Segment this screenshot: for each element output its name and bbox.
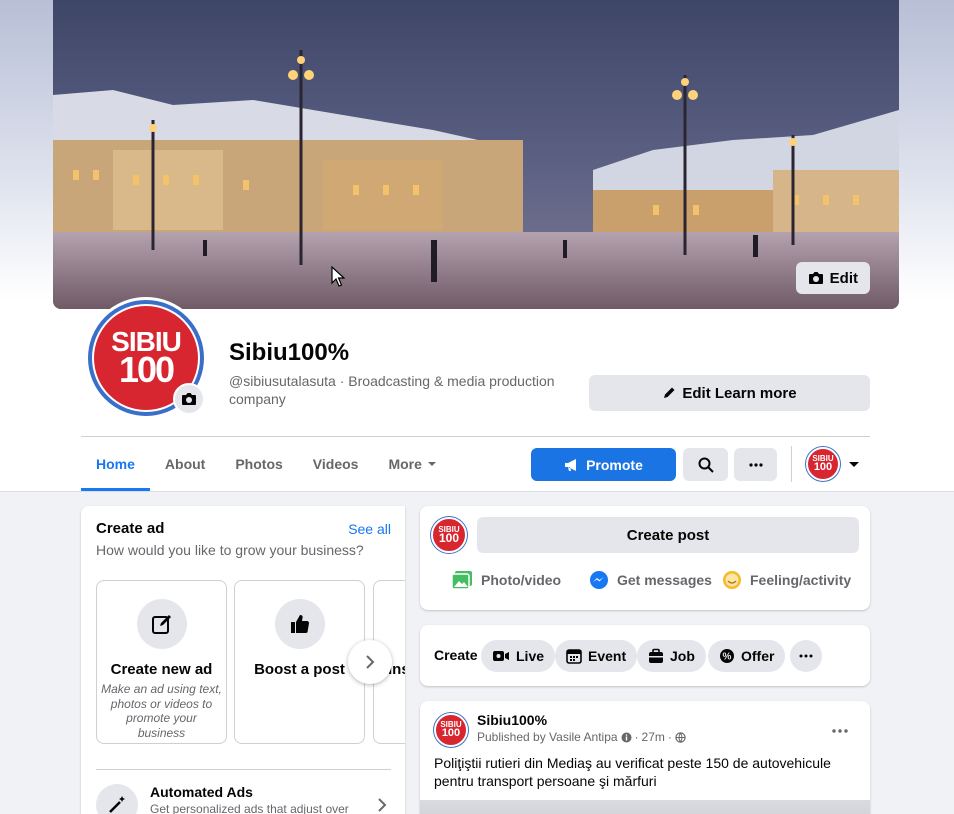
feeling-activity-button[interactable]: Feeling/activity	[722, 570, 851, 590]
create-ad-title: Create ad	[96, 520, 165, 537]
published-by: Published by Vasile Antipa	[477, 730, 618, 744]
svg-text:%: %	[723, 652, 732, 663]
cover-photo-image	[53, 0, 899, 309]
post-options-button[interactable]	[832, 717, 848, 738]
live-video-icon	[493, 651, 509, 661]
account-switcher[interactable]: SIBIU 100	[806, 447, 860, 481]
create-label: Create	[434, 647, 478, 663]
get-messages-button[interactable]: Get messages	[589, 570, 712, 590]
search-icon	[698, 457, 714, 473]
messenger-icon	[590, 571, 608, 589]
caret-down-icon	[427, 462, 436, 466]
create-options-card: Create Live Event Job % Offer	[420, 625, 870, 686]
camera-icon	[182, 393, 196, 405]
automated-ads-title[interactable]: Automated Ads	[150, 784, 253, 800]
profile-picture[interactable]: SIBIU 100	[85, 297, 207, 419]
cover-photo[interactable]: Edit	[53, 0, 899, 309]
page-username: @sibiusutalasuta	[229, 373, 336, 389]
tab-videos[interactable]: Videos	[298, 437, 374, 491]
see-all-link[interactable]: See all	[348, 521, 391, 537]
promote-button[interactable]: Promote	[531, 448, 676, 481]
tab-more[interactable]: More	[373, 437, 452, 491]
carousel-next-button[interactable]	[348, 640, 392, 684]
thumbs-up-icon	[290, 615, 309, 633]
post-author-avatar[interactable]: SIBIU 100	[434, 713, 468, 747]
tab-photos[interactable]: Photos	[220, 437, 297, 491]
smiley-icon	[723, 571, 741, 589]
automated-ads-icon	[96, 784, 138, 814]
create-ad-card: Create ad See all How would you like to …	[81, 506, 405, 814]
globe-icon	[675, 731, 686, 743]
post-time[interactable]: 27m	[642, 730, 665, 744]
create-ad-subtitle: How would you like to grow your business…	[96, 542, 364, 558]
post-image[interactable]	[420, 800, 870, 814]
boost-post-tile[interactable]: Boost a post	[234, 580, 365, 744]
mouse-cursor-icon	[331, 266, 345, 287]
chevron-right-icon	[366, 655, 375, 669]
more-dots-icon	[832, 729, 848, 733]
page-avatar: SIBIU 100	[431, 517, 467, 553]
tab-about[interactable]: About	[150, 437, 220, 491]
create-post-card: SIBIU 100 Create post Photo/video Get me…	[420, 506, 870, 610]
camera-icon	[808, 272, 823, 284]
more-dots-icon	[799, 654, 813, 658]
create-live-chip[interactable]: Live	[481, 640, 556, 672]
page-subtitle: @sibiusutalasuta · Broadcasting & media …	[229, 373, 555, 407]
edit-cover-label: Edit	[829, 269, 858, 287]
post-author-name[interactable]: Sibiu100%	[477, 712, 547, 728]
page-title: Sibiu100%	[229, 339, 350, 366]
tab-home[interactable]: Home	[81, 437, 150, 491]
chevron-right-icon[interactable]	[377, 798, 387, 812]
toolbar-divider	[791, 446, 792, 482]
update-profile-picture-button[interactable]	[173, 383, 205, 415]
post-card: SIBIU 100 Sibiu100% Published by Vasile …	[420, 701, 870, 814]
create-more-chip[interactable]	[790, 640, 822, 672]
create-job-chip[interactable]: Job	[637, 640, 706, 672]
edit-learn-more-button[interactable]: Edit Learn more	[589, 375, 870, 411]
offer-icon: %	[720, 649, 734, 663]
photo-icon	[451, 571, 472, 590]
edit-icon	[151, 615, 171, 634]
edit-cover-button[interactable]: Edit	[795, 262, 870, 294]
more-dots-icon	[748, 462, 763, 467]
create-new-ad-tile[interactable]: Create new ad Make an ad using text, pho…	[96, 580, 227, 744]
photo-video-button[interactable]: Photo/video	[451, 570, 561, 590]
calendar-icon	[566, 649, 582, 664]
megaphone-icon	[565, 458, 577, 471]
briefcase-icon	[649, 648, 663, 663]
automated-ads-subtitle: Get personalized ads that adjust over	[150, 802, 349, 814]
account-avatar: SIBIU 100	[806, 447, 840, 481]
page-tabs: Home About Photos Videos More	[81, 437, 453, 491]
info-icon[interactable]	[621, 732, 632, 743]
page-more-options-button[interactable]	[734, 448, 777, 481]
pencil-icon	[664, 387, 675, 398]
create-event-chip[interactable]: Event	[555, 640, 638, 672]
caret-down-icon	[849, 462, 859, 467]
magic-wand-icon	[109, 796, 125, 813]
page-search-button[interactable]	[683, 448, 728, 481]
create-offer-chip[interactable]: % Offer	[708, 640, 786, 672]
ad-divider	[96, 769, 391, 770]
post-meta: Published by Vasile Antipa · 27m ·	[477, 730, 686, 744]
create-post-button[interactable]: Create post	[477, 517, 859, 553]
post-text: Poliţiştii rutieri din Mediaş au verific…	[434, 755, 831, 789]
